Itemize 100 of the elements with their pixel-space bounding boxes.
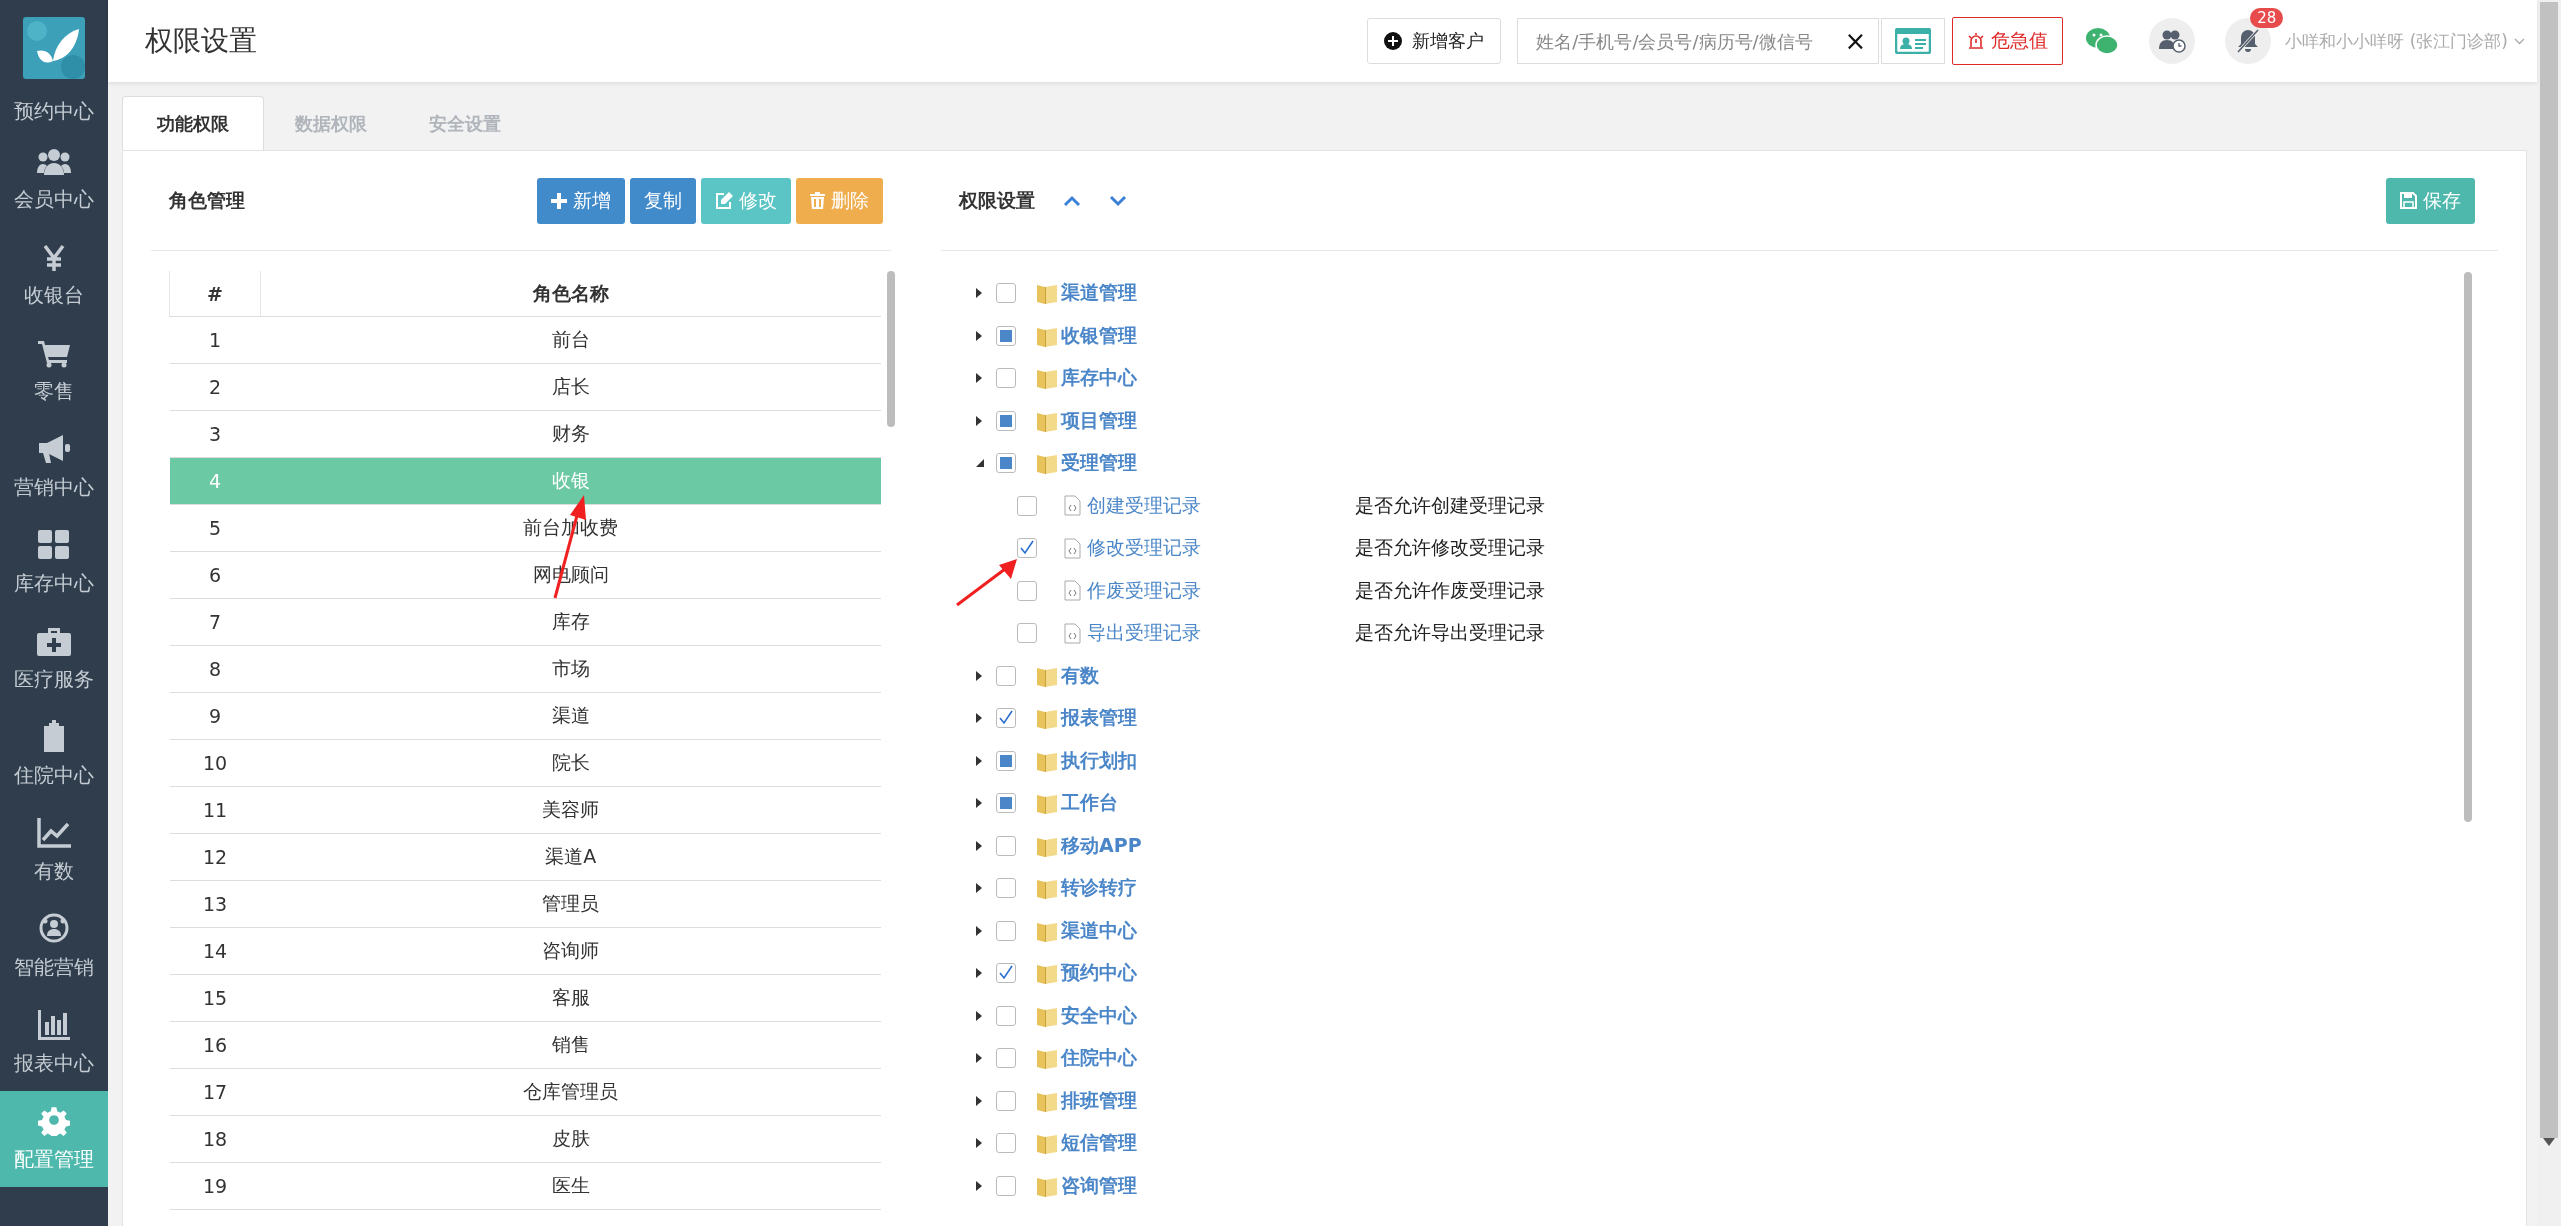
table-cell[interactable]: 渠道 [260,692,881,740]
new-customer-button[interactable]: 新增客户 [1367,18,1502,64]
expand-triangle-icon[interactable] [976,755,982,766]
table-cell[interactable]: 市场 [260,645,881,693]
checkbox[interactable] [996,1005,1016,1026]
checkbox[interactable] [996,665,1016,686]
checkbox[interactable] [996,708,1016,729]
table-cell[interactable]: 店长 [260,363,881,411]
tree-node-label[interactable]: 住院中心 [1061,1045,1137,1072]
checkbox[interactable] [996,963,1016,984]
sidebar-item[interactable]: 报表中心 [0,995,108,1091]
checkbox[interactable] [996,368,1016,389]
tree-node-label[interactable]: 执行划扣 [1061,747,1137,774]
tree-node-label[interactable]: 导出受理记录 [1087,620,1355,647]
table-cell[interactable]: 3 [169,410,261,458]
checkbox[interactable] [996,1175,1016,1196]
clear-button[interactable]: × [1844,26,1867,56]
tree-node-label[interactable]: 有数 [1061,662,1099,689]
checkbox[interactable] [996,1048,1016,1069]
expand-triangle-icon[interactable] [976,925,982,936]
chat-bubbles-icon[interactable] [2085,26,2120,56]
expand-triangle-icon[interactable] [976,798,982,809]
table-cell[interactable]: 院长 [260,739,881,787]
expand-triangle-icon[interactable] [976,288,982,299]
tree-node-label[interactable]: 渠道管理 [1061,280,1137,307]
sidebar-item[interactable]: 库存中心 [0,515,108,611]
table-cell[interactable]: 前台 [260,316,881,364]
table-cell[interactable]: 医生 [260,1162,881,1210]
expand-triangle-icon[interactable] [976,1095,982,1106]
table-cell[interactable]: 11 [169,786,261,834]
table-cell[interactable]: 12 [169,833,261,881]
scrollbar[interactable] [887,271,895,427]
table-cell[interactable]: 皮肤 [260,1115,881,1163]
id-card-button[interactable] [1881,18,1946,64]
expand-triangle-icon[interactable] [976,968,982,979]
sidebar-item[interactable]: 收银台 [0,227,108,323]
page-scrollbar[interactable] [2537,0,2561,1226]
table-cell[interactable]: 17 [169,1068,261,1116]
tree-node-label[interactable]: 报表管理 [1061,705,1137,732]
table-cell[interactable]: 美容师 [260,786,881,834]
checkbox[interactable] [996,283,1016,304]
table-cell[interactable]: 7 [169,598,261,646]
sidebar-item[interactable]: 医疗服务 [0,611,108,707]
tree-node-label[interactable]: 渠道中心 [1061,917,1137,944]
sidebar-item[interactable]: 零售 [0,323,108,419]
users-clock-button[interactable] [2149,18,2196,64]
table-cell[interactable]: 13 [169,880,261,928]
table-cell[interactable]: 6 [169,551,261,599]
search-field[interactable]: 姓名/手机号/会员号/病历号/微信号 × [1517,18,1880,64]
checkbox[interactable] [996,878,1016,899]
checkbox[interactable] [1017,495,1037,516]
table-cell[interactable]: 销售 [260,1021,881,1069]
down-arrow-icon[interactable] [2543,1138,2555,1146]
table-cell[interactable]: 15 [169,974,261,1022]
critical-value-button[interactable]: 危急值 [1952,17,2064,65]
tree-node-label[interactable]: 排班管理 [1061,1087,1137,1114]
tree-node-label[interactable]: 修改受理记录 [1087,535,1355,562]
tree-node-label[interactable]: 咨询管理 [1061,1172,1137,1199]
action-button[interactable]: 新增 [537,177,625,224]
table-cell[interactable]: 仓库管理员 [260,1068,881,1116]
checkbox[interactable] [1017,580,1037,601]
collapse-triangle-icon[interactable] [976,459,984,468]
sidebar-item[interactable]: 住院中心 [0,707,108,803]
table-cell[interactable]: 2 [169,363,261,411]
table-cell[interactable]: 咨询师 [260,927,881,975]
checkbox[interactable] [996,835,1016,856]
checkbox[interactable] [996,1090,1016,1111]
table-cell[interactable]: 管理员 [260,880,881,928]
tree-node-label[interactable]: 预约中心 [1061,960,1137,987]
table-cell[interactable]: 14 [169,927,261,975]
tree-node-label[interactable]: 工作台 [1061,790,1118,817]
table-cell[interactable]: 5 [169,504,261,552]
table-cell[interactable]: 财务 [260,410,881,458]
tree-node-label[interactable]: 收银管理 [1061,322,1137,349]
tree-node-label[interactable]: 库存中心 [1061,365,1137,392]
checkbox[interactable] [1017,623,1037,644]
expand-triangle-icon[interactable] [976,415,982,426]
expand-triangle-icon[interactable] [976,1138,982,1149]
expand-triangle-icon[interactable] [976,713,982,724]
expand-triangle-icon[interactable] [976,1053,982,1064]
table-cell[interactable]: 10 [169,739,261,787]
expand-triangle-icon[interactable] [976,1010,982,1021]
sidebar-item[interactable]: 智能营销 [0,899,108,995]
sidebar-item[interactable]: 有数 [0,803,108,899]
chevron-down-icon[interactable] [1109,194,1127,207]
tree-node-label[interactable]: 创建受理记录 [1087,492,1355,519]
expand-triangle-icon[interactable] [976,330,982,341]
table-cell[interactable]: 8 [169,645,261,693]
table-cell[interactable]: 16 [169,1021,261,1069]
expand-triangle-icon[interactable] [976,1180,982,1191]
tree-node-label[interactable]: 转诊转疗 [1061,875,1137,902]
expand-triangle-icon[interactable] [976,840,982,851]
tree-node-label[interactable]: 移动APP [1061,832,1142,859]
expand-triangle-icon[interactable] [976,373,982,384]
checkbox[interactable] [1017,538,1037,559]
tab[interactable]: 功能权限 [122,96,264,150]
tree-node-label[interactable]: 作废受理记录 [1087,577,1355,604]
checkbox[interactable] [996,920,1016,941]
sidebar-item[interactable]: 预约中心 [0,96,108,131]
expand-triangle-icon[interactable] [976,670,982,681]
